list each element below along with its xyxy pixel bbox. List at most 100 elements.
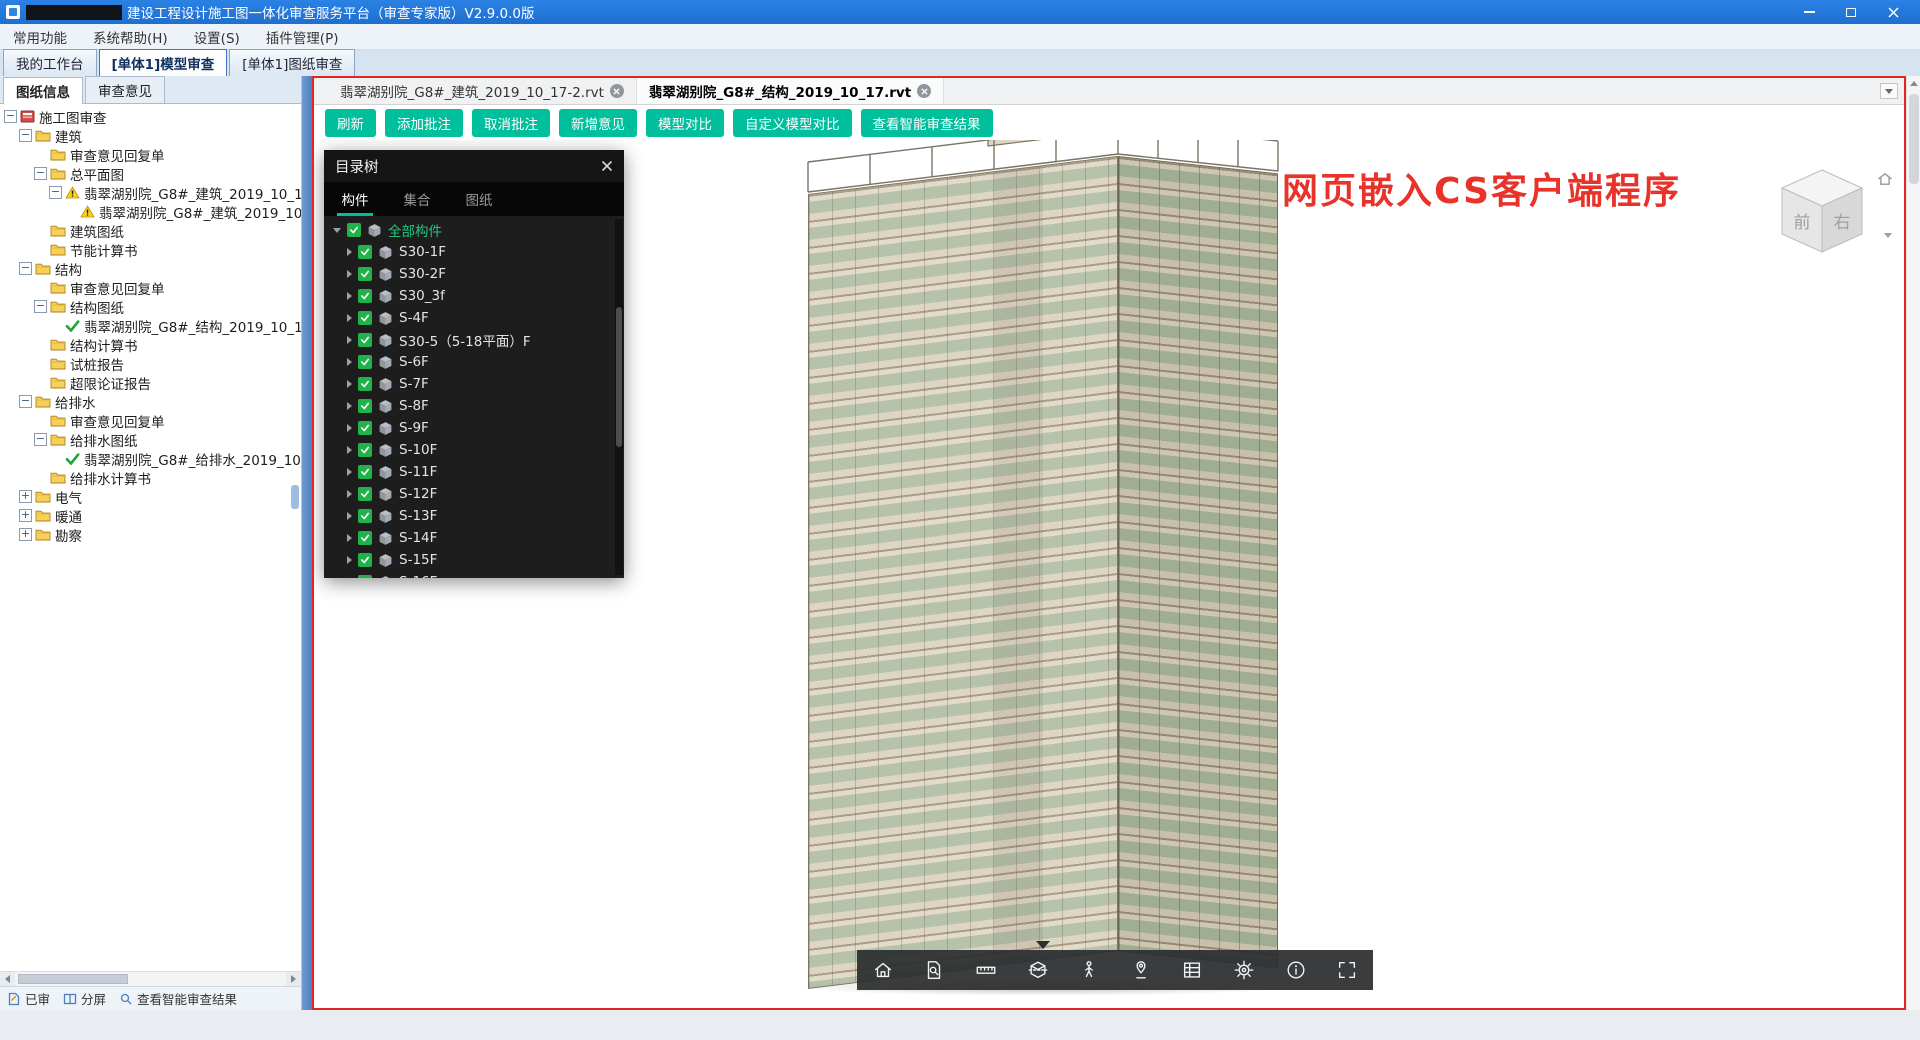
component-root-item[interactable]: 全部构件 bbox=[324, 219, 624, 241]
toolbar-button[interactable]: 取消批注 bbox=[472, 109, 550, 137]
doc-search-button[interactable] bbox=[913, 950, 955, 990]
tree-item[interactable]: −结构 bbox=[0, 259, 301, 278]
document-tab[interactable]: 翡翠湖别院_G8#_建筑_2019_10_17-2.rvt bbox=[328, 78, 637, 104]
scroll-right-button[interactable] bbox=[286, 972, 301, 986]
sidebar-splitter[interactable] bbox=[302, 76, 312, 1010]
expand-arrow-icon[interactable] bbox=[347, 248, 352, 256]
component-item[interactable]: S30-1F bbox=[324, 241, 624, 263]
expand-arrow-icon[interactable] bbox=[347, 424, 352, 432]
component-item[interactable]: S-11F bbox=[324, 461, 624, 483]
collapse-icon[interactable]: − bbox=[19, 262, 32, 275]
checkbox-checked[interactable] bbox=[358, 311, 372, 325]
collapse-icon[interactable]: − bbox=[49, 186, 62, 199]
document-tab[interactable]: 翡翠湖别院_G8#_结构_2019_10_17.rvt bbox=[637, 78, 944, 104]
expand-arrow-icon[interactable] bbox=[347, 314, 352, 322]
expand-arrow-icon[interactable] bbox=[347, 512, 352, 520]
component-item[interactable]: S-7F bbox=[324, 373, 624, 395]
toolbar-button[interactable]: 模型对比 bbox=[646, 109, 724, 137]
component-item[interactable]: S-8F bbox=[324, 395, 624, 417]
tree-item[interactable]: 结构计算书 bbox=[0, 335, 301, 354]
menu-item[interactable]: 常用功能 bbox=[0, 24, 80, 50]
panel-tab[interactable]: 图纸 bbox=[448, 182, 510, 216]
tree-item[interactable]: −建筑 bbox=[0, 126, 301, 145]
expand-arrow-icon[interactable] bbox=[347, 556, 352, 564]
component-item[interactable]: S-4F bbox=[324, 307, 624, 329]
workspace-tab[interactable]: [单体1]模型审查 bbox=[99, 49, 228, 76]
checkbox-checked[interactable] bbox=[358, 245, 372, 259]
checkbox-checked[interactable] bbox=[358, 267, 372, 281]
toolbar-button[interactable]: 新增意见 bbox=[559, 109, 637, 137]
tree-item[interactable]: 翡翠湖别院_G8#_结构_2019_10_17.r bbox=[0, 316, 301, 335]
nav-home-icon[interactable] bbox=[1876, 170, 1894, 192]
panel-tab[interactable]: 集合 bbox=[386, 182, 448, 216]
tree-item[interactable]: +暖通 bbox=[0, 506, 301, 525]
minimize-button[interactable] bbox=[1788, 0, 1830, 24]
tree-item[interactable]: 建筑图纸 bbox=[0, 221, 301, 240]
tree-item[interactable]: −施工图审查 bbox=[0, 107, 301, 126]
expand-arrow-icon[interactable] bbox=[347, 490, 352, 498]
tree-item[interactable]: 试桩报告 bbox=[0, 354, 301, 373]
expand-arrow-icon[interactable] bbox=[347, 270, 352, 278]
info-button[interactable] bbox=[1275, 950, 1317, 990]
settings-button[interactable] bbox=[1223, 950, 1265, 990]
scroll-up-button[interactable] bbox=[1907, 76, 1920, 91]
footer-item[interactable]: 查看智能审查结果 bbox=[119, 989, 237, 1008]
sidebar-tab[interactable]: 图纸信息 bbox=[3, 77, 83, 104]
component-item[interactable]: S-16F bbox=[324, 571, 624, 578]
collapse-icon[interactable]: − bbox=[34, 433, 47, 446]
component-item[interactable]: S-12F bbox=[324, 483, 624, 505]
toolbar-button[interactable]: 刷新 bbox=[325, 109, 376, 137]
expand-arrow-icon[interactable] bbox=[347, 446, 352, 454]
tree-item[interactable]: 节能计算书 bbox=[0, 240, 301, 259]
expand-arrow-icon[interactable] bbox=[347, 468, 352, 476]
component-item[interactable]: S-14F bbox=[324, 527, 624, 549]
expand-icon[interactable]: + bbox=[19, 509, 32, 522]
list-button[interactable] bbox=[1171, 950, 1213, 990]
expand-icon[interactable]: + bbox=[19, 490, 32, 503]
checkbox-checked[interactable] bbox=[358, 575, 372, 578]
tree-item[interactable]: −给排水 bbox=[0, 392, 301, 411]
close-tab-icon[interactable] bbox=[917, 84, 931, 98]
sidebar-tab[interactable]: 审查意见 bbox=[85, 76, 165, 103]
tree-item[interactable]: −翡翠湖别院_G8#_建筑_2019_10_17.r bbox=[0, 183, 301, 202]
component-item[interactable]: S-13F bbox=[324, 505, 624, 527]
collapse-icon[interactable]: − bbox=[19, 129, 32, 142]
scrollbar-thumb[interactable] bbox=[18, 974, 128, 984]
checkbox-checked[interactable] bbox=[358, 399, 372, 413]
component-item[interactable]: S30-2F bbox=[324, 263, 624, 285]
building-model[interactable] bbox=[778, 168, 1288, 1008]
expand-arrow-icon[interactable] bbox=[347, 336, 352, 344]
tree-item[interactable]: 审查意见回复单 bbox=[0, 145, 301, 164]
maximize-button[interactable] bbox=[1830, 0, 1872, 24]
footer-item[interactable]: 分屏 bbox=[63, 989, 106, 1008]
tree-scrollbar-thumb[interactable] bbox=[291, 485, 299, 509]
checkbox-checked[interactable] bbox=[358, 355, 372, 369]
menu-item[interactable]: 插件管理(P) bbox=[253, 24, 352, 50]
home-button[interactable] bbox=[862, 950, 904, 990]
tree-item[interactable]: +电气 bbox=[0, 487, 301, 506]
panel-header[interactable]: 目录树 bbox=[324, 150, 624, 182]
component-item[interactable]: S-15F bbox=[324, 549, 624, 571]
expand-arrow-icon[interactable] bbox=[347, 358, 352, 366]
tree-item[interactable]: −总平面图 bbox=[0, 164, 301, 183]
sidebar-horizontal-scrollbar[interactable] bbox=[0, 971, 301, 986]
checkbox-checked[interactable] bbox=[358, 377, 372, 391]
tree-item[interactable]: −结构图纸 bbox=[0, 297, 301, 316]
menu-item[interactable]: 设置(S) bbox=[181, 24, 253, 50]
checkbox-checked[interactable] bbox=[358, 443, 372, 457]
component-item[interactable]: S-9F bbox=[324, 417, 624, 439]
toolbar-button[interactable]: 查看智能审查结果 bbox=[861, 109, 993, 137]
collapse-icon[interactable]: − bbox=[34, 167, 47, 180]
tree-item[interactable]: 审查意见回复单 bbox=[0, 411, 301, 430]
component-item[interactable]: S30-5（5-18平面）F bbox=[324, 329, 624, 351]
tree-item[interactable]: +勘察 bbox=[0, 525, 301, 544]
tree-item[interactable]: 翡翠湖别院_G8#_建筑_2019_10_1 bbox=[0, 202, 301, 221]
menu-item[interactable]: 系统帮助(H) bbox=[80, 24, 181, 50]
window-scrollbar[interactable] bbox=[1906, 76, 1920, 1010]
roam-button[interactable] bbox=[1120, 950, 1162, 990]
checkbox-checked[interactable] bbox=[358, 421, 372, 435]
component-item[interactable]: S-6F bbox=[324, 351, 624, 373]
panel-close-icon[interactable] bbox=[601, 160, 613, 172]
footer-item[interactable]: 已审 bbox=[7, 989, 50, 1008]
panel-tab[interactable]: 构件 bbox=[324, 182, 386, 216]
